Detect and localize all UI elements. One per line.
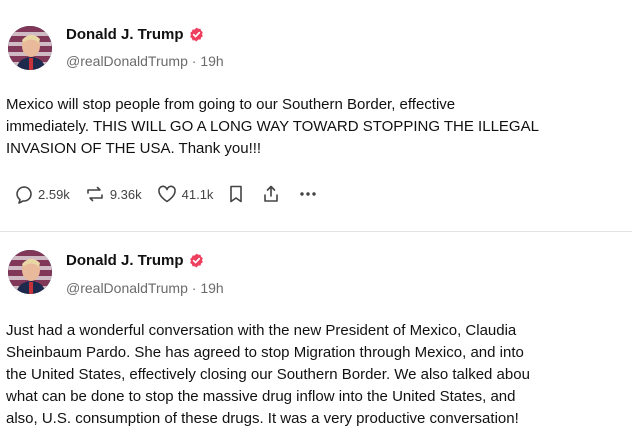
- like-count: 41.1k: [181, 186, 214, 202]
- repost-button[interactable]: 9.36k: [84, 184, 142, 204]
- repost-icon: [84, 184, 106, 204]
- post-text-line: Mexico will stop people from going to ou…: [6, 96, 456, 113]
- separator: ·: [191, 280, 197, 296]
- like-icon: [156, 184, 178, 204]
- author-name[interactable]: Donald J. Trump: [66, 26, 184, 43]
- author-name[interactable]: Donald J. Trump: [66, 252, 184, 269]
- post-text-line: Sheinbaum Pardo. She has agreed to stop …: [6, 344, 524, 361]
- reply-icon: [14, 184, 34, 204]
- like-button[interactable]: 41.1k: [156, 184, 214, 204]
- post-2: Donald J. Trump @realDonaldTrump · 19h J…: [0, 232, 632, 436]
- reply-button[interactable]: 2.59k: [14, 184, 70, 204]
- reply-count: 2.59k: [38, 186, 70, 202]
- author-avatar[interactable]: [8, 250, 52, 294]
- post-1: Donald J. Trump @realDonaldTrump · 19h M…: [0, 0, 632, 231]
- more-options-button[interactable]: [297, 184, 319, 204]
- post-text-line: immediately. THIS WILL GO A LONG WAY TOW…: [6, 118, 539, 135]
- separator: ·: [191, 53, 197, 69]
- post-text-line: also, U.S. consumption of these drugs. I…: [6, 410, 519, 427]
- post-text-line: Just had a wonderful conversation with t…: [6, 322, 517, 339]
- post-text-line: the United States, effectively closing o…: [6, 366, 530, 383]
- repost-count: 9.36k: [109, 186, 142, 202]
- bookmark-icon: [227, 184, 245, 204]
- post-text-line: what can be done to stop the massive dru…: [6, 388, 516, 405]
- share-button[interactable]: [261, 184, 281, 204]
- bookmark-button[interactable]: [227, 184, 245, 204]
- handle-row: @realDonaldTrump · 19h: [66, 53, 224, 69]
- author-avatar[interactable]: [8, 26, 52, 70]
- action-bar: 2.59k 9.36k 41.1k: [14, 181, 335, 207]
- author-handle[interactable]: @realDonaldTrump: [66, 53, 188, 69]
- share-icon: [261, 184, 281, 204]
- post-text-line: INVASION OF THE USA. Thank you!!!: [6, 140, 262, 157]
- more-icon: [297, 184, 319, 204]
- handle-row: @realDonaldTrump · 19h: [66, 280, 224, 296]
- timestamp[interactable]: 19h: [200, 53, 223, 69]
- post-body: Mexico will stop people from going to ou…: [6, 94, 630, 160]
- post-body: Just had a wonderful conversation with t…: [6, 320, 630, 430]
- timestamp[interactable]: 19h: [200, 280, 223, 296]
- verified-badge-icon: [189, 27, 204, 42]
- author-handle[interactable]: @realDonaldTrump: [66, 280, 188, 296]
- verified-badge-icon: [189, 253, 204, 268]
